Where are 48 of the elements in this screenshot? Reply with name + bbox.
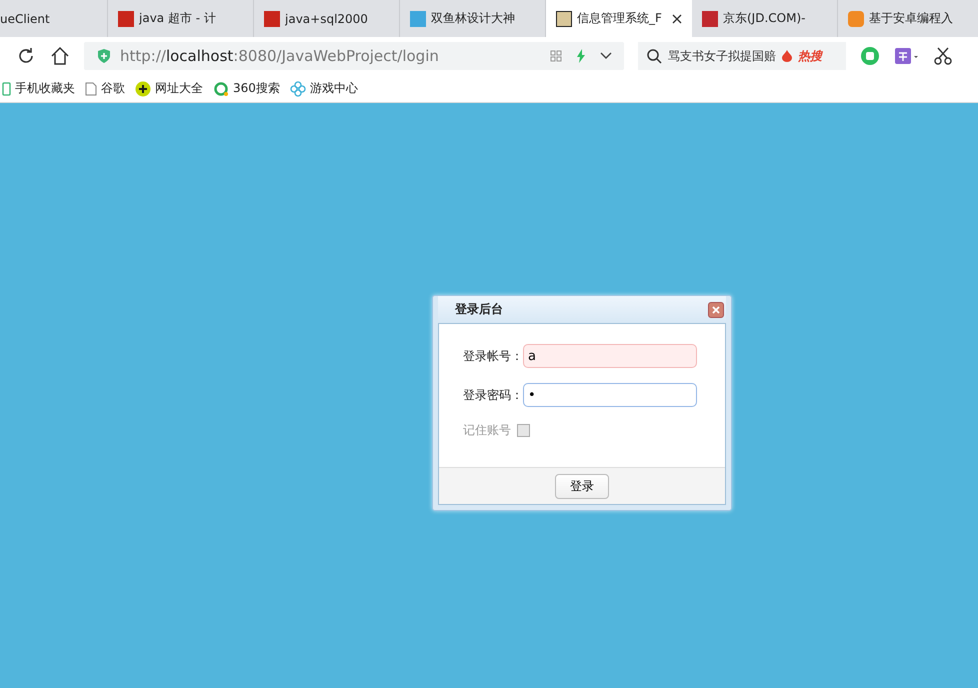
address-field[interactable]: http://localhost:8080/JavaWebProject/login [84, 42, 624, 70]
ring-icon [213, 80, 229, 96]
browser-tab[interactable]: 信息管理系统_F [546, 0, 692, 37]
favicon-icon [410, 10, 426, 26]
tab-title: 京东(JD.COM)- [723, 10, 806, 27]
page-icon [85, 82, 97, 96]
tab-title: 双鱼林设计大神 [431, 10, 516, 27]
remember-checkbox[interactable] [517, 424, 530, 437]
favicon-icon [264, 10, 280, 26]
clover-icon [290, 80, 306, 96]
favicon-icon [118, 10, 134, 26]
home-icon[interactable] [50, 46, 70, 66]
bookmark-item[interactable]: 手机收藏夹 [2, 80, 75, 97]
favicon-icon [848, 10, 864, 26]
remember-label: 记住账号 [463, 422, 511, 439]
reload-icon[interactable] [16, 46, 36, 66]
tab-title: 基于安卓编程入 [869, 10, 954, 27]
input-field[interactable]: • [523, 383, 697, 407]
bookmark-item[interactable]: 网址大全 [135, 80, 203, 97]
close-icon [712, 306, 720, 314]
favicon-icon [702, 10, 718, 26]
phone-icon [2, 82, 11, 96]
search-text: 骂支书女子拟提国赔 [668, 48, 776, 64]
url-text: http://localhost:8080/JavaWebProject/login [120, 47, 440, 65]
close-icon[interactable] [672, 14, 682, 24]
favicon-icon [556, 10, 572, 26]
bookmark-item[interactable]: 360搜索 [213, 80, 280, 97]
input-field[interactable]: a [523, 344, 697, 368]
tab-title: ueClient [0, 12, 51, 26]
plus-icon [135, 80, 151, 96]
dialog-title: 登录后台 [455, 301, 503, 318]
tab-title: java+sql2000 [285, 12, 369, 26]
bookmark-item[interactable]: 谷歌 [85, 80, 125, 97]
shield-icon [96, 48, 112, 64]
search-field[interactable]: 骂支书女子拟提国赔 热搜 [638, 42, 846, 70]
search-icon [646, 48, 662, 64]
field-label: 登录帐号： [463, 348, 523, 364]
scissors-icon[interactable] [934, 46, 952, 66]
bookmark-item[interactable]: 游戏中心 [290, 80, 358, 97]
login-button[interactable]: 登录 [555, 474, 609, 498]
translate-icon[interactable] [894, 46, 920, 66]
chevron-down-icon[interactable] [600, 52, 612, 60]
tab-title: java 超市 - 计 [139, 10, 217, 27]
close-button[interactable] [708, 302, 724, 318]
tab-title: 信息管理系统_F [577, 10, 663, 27]
qr-icon[interactable] [550, 50, 562, 62]
hot-search-label[interactable]: 热搜 [798, 48, 822, 64]
field-label: 登录密码： [463, 386, 523, 404]
